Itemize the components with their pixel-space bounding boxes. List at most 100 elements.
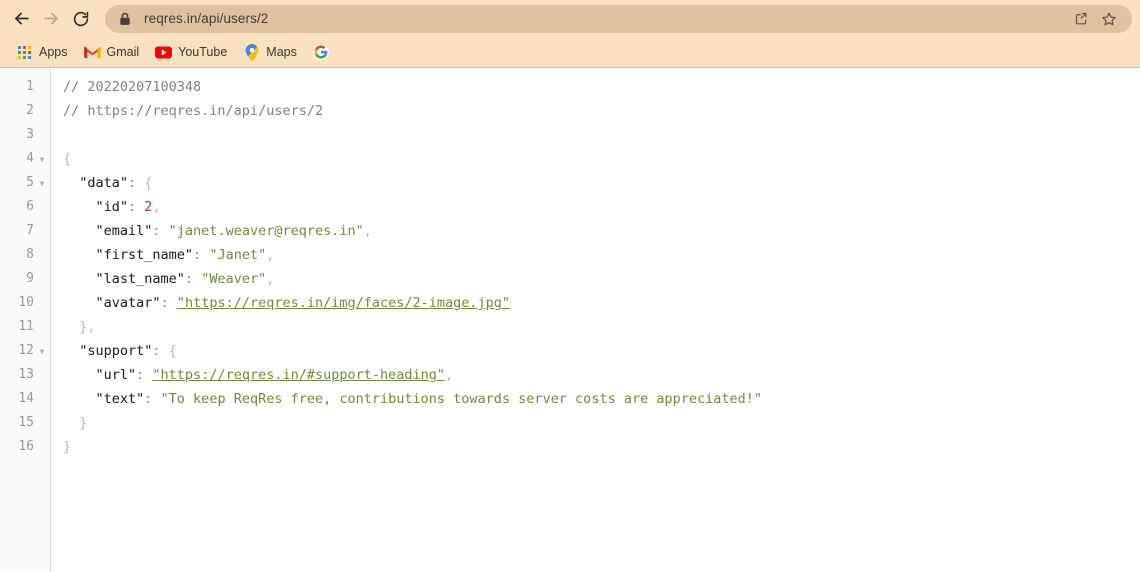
json-token-colon: : [152, 343, 169, 359]
json-token-string: "Weaver" [201, 271, 267, 287]
code-line-text: }, [50, 315, 96, 339]
json-token-colon: : [136, 367, 153, 383]
json-link[interactable]: "https://reqres.in/img/faces/2-image.jpg… [177, 295, 510, 311]
fold-toggle-icon[interactable]: ▼ [34, 147, 50, 172]
line-number: 11 [18, 319, 34, 334]
json-token-string: "janet.weaver@reqres.in" [168, 223, 364, 239]
gmail-icon [83, 44, 101, 61]
code-line-text: "id": 2, [50, 195, 161, 219]
line-number: 1 [26, 79, 34, 94]
code-line-text: "email": "janet.weaver@reqres.in", [50, 219, 372, 243]
code-line-text: "last_name": "Weaver", [50, 267, 275, 291]
bookmark-gmail[interactable]: Gmail [80, 40, 147, 64]
line-number: 16 [18, 439, 34, 454]
json-token-string: "Janet" [209, 247, 267, 263]
bookmark-google[interactable] [309, 40, 343, 64]
line-number: 13 [18, 367, 34, 382]
json-viewer-page: 1 // 20220207100348 2 // https://reqres.in/… [0, 68, 1140, 572]
line-number: 7 [26, 223, 34, 238]
address-bar-url: reqres.in/api/users/2 [144, 11, 269, 26]
code-line-text: "first_name": "Janet", [50, 243, 275, 267]
bookmarks-bar: Apps Gmail YouTube Maps [0, 37, 1140, 67]
lock-icon [119, 12, 131, 26]
code-line-text: { [50, 147, 71, 171]
line-number: 12 [18, 343, 34, 358]
bookmark-label: Maps [266, 45, 297, 59]
json-token-string: "To keep ReqRes free, contributions towa… [160, 391, 762, 407]
google-g-icon [313, 44, 330, 61]
json-token-punct: } [63, 415, 88, 431]
bookmark-label: Apps [39, 45, 68, 59]
json-token-punct: } [63, 439, 72, 455]
json-token-colon: : [128, 199, 145, 215]
code-line: 2 // https://reqres.in/api/users/2 [0, 99, 1140, 123]
reload-button[interactable] [66, 4, 96, 34]
forward-button[interactable] [36, 4, 66, 34]
back-button[interactable] [6, 4, 36, 34]
code-line: 3 [0, 123, 1140, 147]
json-token-punct: , [445, 367, 454, 383]
json-token-colon: : [128, 175, 145, 191]
json-token-punct: }, [63, 319, 96, 335]
code-line: 5 ▼ "data": { [0, 171, 1140, 195]
json-token-punct: { [144, 175, 153, 191]
json-token-punct: , [363, 223, 372, 239]
fold-toggle-icon[interactable]: ▼ [34, 171, 50, 196]
code-line: 11 }, [0, 315, 1140, 339]
maps-pin-icon [243, 43, 260, 61]
code-line-text: } [50, 411, 87, 435]
line-number: 6 [26, 199, 34, 214]
code-line-text: // https://reqres.in/api/users/2 [50, 99, 323, 123]
json-token-comment: // https://reqres.in/api/users/2 [63, 103, 324, 119]
fold-toggle-icon[interactable]: ▼ [34, 339, 50, 364]
json-token-key: "text" [63, 391, 145, 407]
youtube-icon [155, 44, 173, 61]
bookmark-maps[interactable]: Maps [239, 40, 304, 64]
line-number: 9 [26, 271, 34, 286]
line-number: 10 [18, 295, 34, 310]
code-line: 14 "text": "To keep ReqRes free, contrib… [0, 387, 1140, 411]
address-bar[interactable]: reqres.in/api/users/2 [105, 4, 1132, 33]
json-link[interactable]: "https://reqres.in/#support-heading" [152, 367, 445, 383]
json-token-colon: : [193, 247, 210, 263]
code-line-text: "text": "To keep ReqRes free, contributi… [50, 387, 763, 411]
json-token-key: "avatar" [63, 295, 161, 311]
bookmark-label: YouTube [178, 45, 228, 59]
code-line: 12 ▼ "support": { [0, 339, 1140, 363]
share-icon[interactable] [1068, 6, 1094, 32]
code-line: 15 } [0, 411, 1140, 435]
line-number: 4 [26, 151, 34, 166]
code-line-text: } [50, 435, 71, 459]
bookmark-label: Gmail [106, 45, 140, 59]
json-token-key: "id" [63, 199, 129, 215]
code-line-text: "data": { [50, 171, 152, 195]
code-line: 9 "last_name": "Weaver", [0, 267, 1140, 291]
json-token-key: "data" [63, 175, 129, 191]
reload-icon [73, 11, 89, 26]
json-token-punct: { [168, 343, 177, 359]
code-line: 16} [0, 435, 1140, 459]
bookmark-apps[interactable]: Apps [12, 40, 75, 64]
browser-toolbar: reqres.in/api/users/2 [0, 0, 1140, 37]
json-token-punct: , [152, 199, 161, 215]
apps-grid-icon [16, 44, 33, 61]
code-line: 1 // 20220207100348 [0, 75, 1140, 99]
line-number: 14 [18, 391, 34, 406]
bookmark-star-icon[interactable] [1096, 6, 1122, 32]
json-token-colon: : [144, 391, 161, 407]
json-token-punct: , [266, 247, 275, 263]
code-line-text: "support": { [50, 339, 177, 363]
line-number: 3 [26, 127, 34, 142]
code-line-text: "url": "https://reqres.in/#support-headi… [50, 363, 454, 387]
line-number: 2 [26, 103, 34, 118]
code-line: 7 "email": "janet.weaver@reqres.in", [0, 219, 1140, 243]
code-line-text: // 20220207100348 [50, 75, 201, 99]
json-token-punct: , [266, 271, 275, 287]
bookmark-youtube[interactable]: YouTube [151, 40, 234, 64]
json-token-key: "support" [63, 343, 153, 359]
json-token-key: "first_name" [63, 247, 194, 263]
code-line: 8 "first_name": "Janet", [0, 243, 1140, 267]
line-number: 5 [26, 175, 34, 190]
json-code-block[interactable]: 1 // 20220207100348 2 // https://reqres.in/… [0, 68, 1140, 459]
json-token-punct: { [63, 151, 72, 167]
